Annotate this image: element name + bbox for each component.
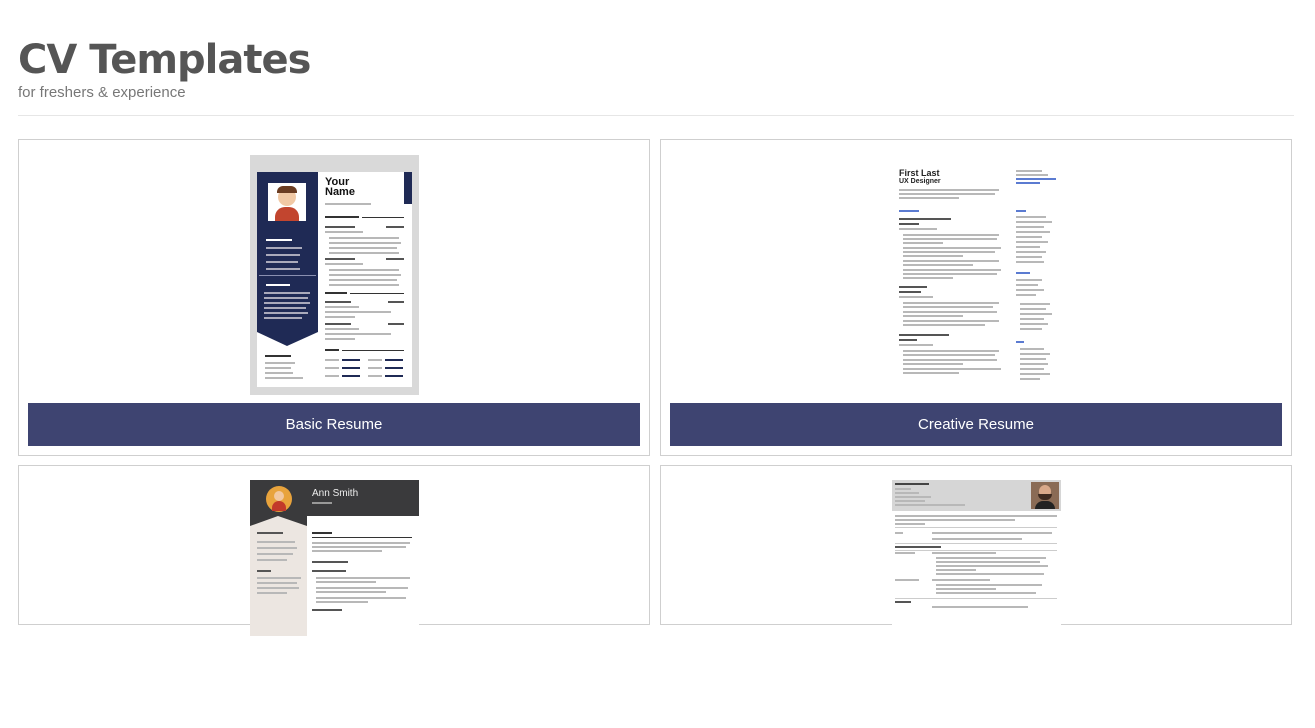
avatar <box>266 486 292 512</box>
page-header: CV Templates for freshers & experience <box>18 36 1294 102</box>
avatar <box>1031 482 1059 509</box>
creative-resume-button[interactable]: Creative Resume <box>670 403 1282 446</box>
ann-smith-resume-thumbnail: Ann Smith <box>250 480 419 720</box>
preview-name: First Last <box>899 168 940 178</box>
page-title: CV Templates <box>18 37 311 83</box>
template-card-basic[interactable]: Your Name Basic Resume <box>18 139 650 456</box>
header-divider <box>18 115 1294 116</box>
template-preview[interactable]: Ann Smith <box>19 466 649 728</box>
template-card-creative[interactable]: First Last UX Designer Creative Resume <box>660 139 1292 456</box>
page-subtitle: for freshers & experience <box>18 84 186 101</box>
creative-resume-thumbnail: First Last UX Designer <box>892 155 1061 395</box>
preview-name: Your Name <box>325 176 355 198</box>
template-card-4[interactable] <box>660 465 1292 720</box>
template-preview[interactable]: First Last UX Designer <box>661 140 1291 402</box>
preview-role: UX Designer <box>899 178 941 185</box>
professional-resume-thumbnail <box>892 480 1061 720</box>
template-card-3[interactable]: Ann Smith <box>18 465 650 720</box>
template-preview[interactable] <box>661 466 1291 728</box>
basic-resume-button[interactable]: Basic Resume <box>28 403 640 446</box>
basic-resume-thumbnail: Your Name <box>250 155 419 395</box>
preview-name: Ann Smith <box>312 488 359 499</box>
template-preview[interactable]: Your Name <box>19 140 649 402</box>
avatar <box>268 183 306 221</box>
